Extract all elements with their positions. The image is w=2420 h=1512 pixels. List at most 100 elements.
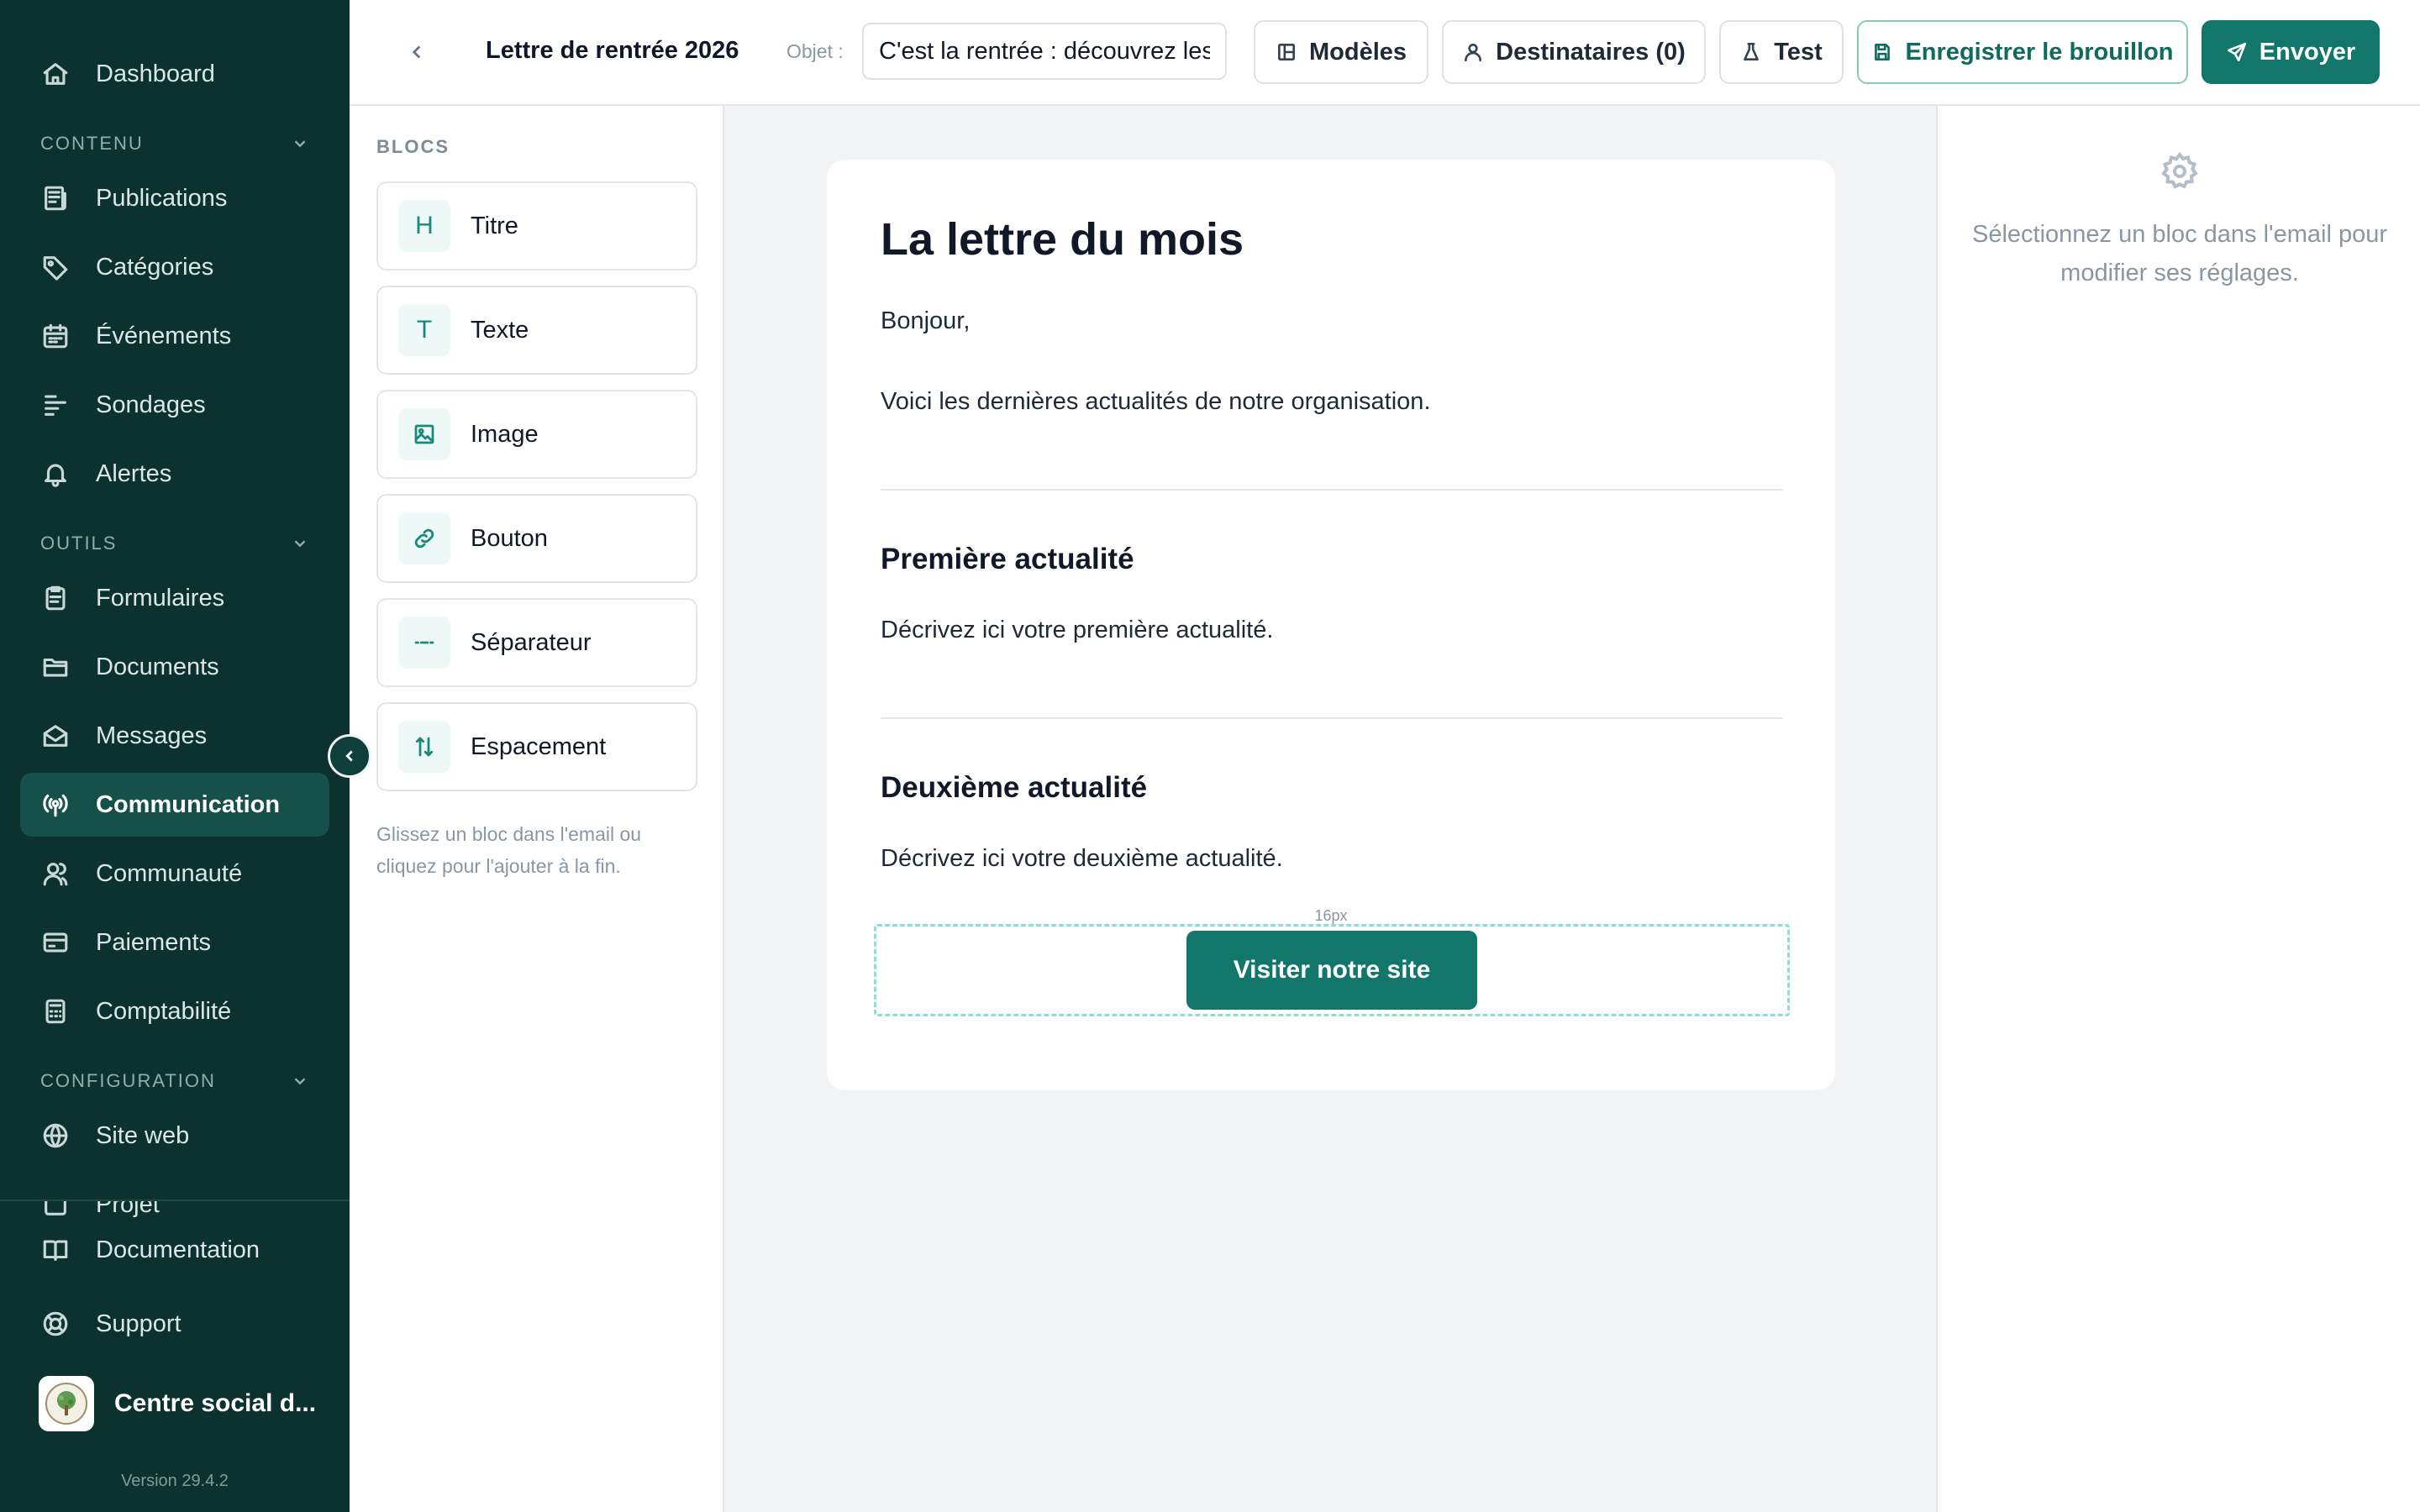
send-icon xyxy=(2227,42,2246,62)
blocks-panel: BLOCS H Titre T Texte Image Bouton Sépar… xyxy=(350,106,724,1512)
text-icon: T xyxy=(398,304,450,356)
sidebar-item-communaute[interactable]: Communauté xyxy=(20,842,329,906)
sidebar-item-label: Alertes xyxy=(96,459,172,487)
sidebar-item-comptabilite[interactable]: Comptabilité xyxy=(20,979,329,1043)
sidebar-item-formulaires[interactable]: Formulaires xyxy=(20,566,329,630)
sidebar-item-label: Catégories xyxy=(96,253,214,281)
user-icon xyxy=(1465,44,1482,62)
subject-input[interactable] xyxy=(862,23,1227,80)
sidebar-item-categories[interactable]: Catégories xyxy=(20,235,329,299)
organization-logo xyxy=(39,1376,94,1431)
email-greeting-block[interactable]: Bonjour, xyxy=(881,307,970,335)
sidebar-item-sondages[interactable]: Sondages xyxy=(20,373,329,437)
organization-switcher[interactable]: Centre social d... xyxy=(39,1376,316,1431)
sidebar-item-communication[interactable]: Communication xyxy=(20,773,329,837)
sidebar-scroll-fade xyxy=(0,1176,350,1200)
sidebar-item-messages[interactable]: Messages xyxy=(20,704,329,768)
gear-icon xyxy=(2160,151,2200,192)
send-button[interactable]: Envoyer xyxy=(2202,20,2380,84)
email-separator-block[interactable] xyxy=(881,489,1783,491)
spacing-indicator: 16px xyxy=(1314,907,1348,924)
clipboard-icon xyxy=(40,583,71,613)
chevron-down-icon xyxy=(294,540,306,548)
sidebar-item-label: Support xyxy=(96,1310,182,1337)
sidebar-item-site-web[interactable]: Site web xyxy=(20,1104,329,1168)
chevron-down-icon xyxy=(294,1078,306,1085)
settings-empty-state: Sélectionnez un bloc dans l'email pour m… xyxy=(1971,221,2387,286)
sidebar-item-publications[interactable]: Publications xyxy=(20,166,329,230)
email-button-block-selected[interactable]: Visiter notre site xyxy=(874,924,1790,1016)
sidebar-item-label: Messages xyxy=(96,722,208,749)
image-icon xyxy=(398,408,450,460)
email-news1-text-block[interactable]: Décrivez ici votre première actualité. xyxy=(881,617,1273,644)
section-contenu[interactable]: CONTENU xyxy=(40,133,309,155)
collapse-sidebar-button[interactable] xyxy=(328,734,371,778)
recipients-button[interactable]: Destinataires (0) xyxy=(1442,20,1706,84)
lifebuoy-icon xyxy=(40,1309,71,1339)
sidebar-item-evenements[interactable]: Événements xyxy=(20,304,329,368)
block-titre[interactable]: H Titre xyxy=(376,181,697,270)
bell-icon xyxy=(40,459,71,489)
block-bouton[interactable]: Bouton xyxy=(376,494,697,583)
test-button[interactable]: Test xyxy=(1719,20,1844,84)
email-intro-block[interactable]: Voici les dernières actualités de notre … xyxy=(881,388,1431,416)
newspaper-icon xyxy=(40,183,71,213)
save-draft-button[interactable]: Enregistrer le brouillon xyxy=(1857,20,2188,84)
heading-icon: H xyxy=(398,200,450,252)
sidebar-item-label: Comptabilité xyxy=(96,997,232,1025)
templates-button[interactable]: Modèles xyxy=(1254,20,1428,84)
tag-icon xyxy=(40,252,71,282)
section-configuration[interactable]: CONFIGURATION xyxy=(40,1070,309,1092)
mail-open-icon xyxy=(40,721,71,751)
separator-icon xyxy=(398,617,450,669)
block-separateur[interactable]: Séparateur xyxy=(376,598,697,687)
home-icon xyxy=(40,59,71,89)
email-news1-title-block[interactable]: Première actualité xyxy=(881,543,1134,576)
sidebar-item-label: Publications xyxy=(96,184,228,212)
email-news2-title-block[interactable]: Deuxième actualité xyxy=(881,771,1147,805)
sidebar-item-documents[interactable]: Documents xyxy=(20,635,329,699)
sidebar-item-label: Formulaires xyxy=(96,584,225,612)
sidebar-item-label: Communauté xyxy=(96,859,243,887)
email-canvas: La lettre du mois Bonjour, Voici les der… xyxy=(827,160,1835,1090)
subject-label: Objet : xyxy=(786,40,844,62)
sidebar-item-label: Paiements xyxy=(96,928,212,956)
sidebar-item-label: Événements xyxy=(96,322,232,349)
chevron-down-icon xyxy=(294,140,306,148)
sidebar-item-label: Sondages xyxy=(96,391,206,418)
save-icon xyxy=(1875,44,1891,60)
sidebar-item-label: Documentation xyxy=(96,1236,260,1263)
sidebar-item-paiements[interactable]: Paiements xyxy=(20,911,329,974)
calculator-icon xyxy=(40,996,71,1026)
back-button[interactable] xyxy=(402,37,432,67)
sidebar-item-dashboard[interactable]: Dashboard xyxy=(20,42,329,106)
sidebar-item-alertes[interactable]: Alertes xyxy=(20,442,329,506)
block-settings-panel: Sélectionnez un bloc dans l'email pour m… xyxy=(1936,106,2420,1512)
layout-icon xyxy=(1278,44,1295,60)
sidebar-item-documentation[interactable]: Documentation xyxy=(20,1218,329,1282)
users-icon xyxy=(40,858,71,889)
page-title: Lettre de rentrée 2026 xyxy=(486,37,739,64)
email-heading-block[interactable]: La lettre du mois xyxy=(881,213,1244,265)
block-image[interactable]: Image xyxy=(376,390,697,479)
book-icon xyxy=(40,1235,71,1265)
chevron-left-icon xyxy=(345,750,353,762)
email-separator-block[interactable] xyxy=(881,717,1783,719)
section-outils[interactable]: OUTILS xyxy=(40,533,309,554)
sidebar-item-label: Communication xyxy=(96,790,281,818)
broadcast-icon xyxy=(40,790,71,820)
blocks-panel-title: BLOCS xyxy=(376,136,450,157)
sidebar-item-support[interactable]: Support xyxy=(20,1292,329,1356)
email-news2-text-block[interactable]: Décrivez ici votre deuxième actualité. xyxy=(881,845,1283,873)
calendar-icon xyxy=(40,321,71,351)
blocks-panel-hint: Glissez un bloc dans l'email ou cliquez … xyxy=(376,823,642,877)
block-espacement[interactable]: Espacement xyxy=(376,702,697,791)
chevron-left-icon xyxy=(412,45,421,59)
cta-button[interactable]: Visiter notre site xyxy=(1186,931,1478,1010)
sidebar: Dashboard CONTENU Publications Catégorie… xyxy=(0,0,350,1512)
folder-icon xyxy=(40,652,71,682)
globe-icon xyxy=(40,1121,71,1151)
block-texte[interactable]: T Texte xyxy=(376,286,697,375)
spacing-icon xyxy=(398,721,450,773)
editor-toolbar: Lettre de rentrée 2026 Objet : Modèles D… xyxy=(350,0,2420,106)
